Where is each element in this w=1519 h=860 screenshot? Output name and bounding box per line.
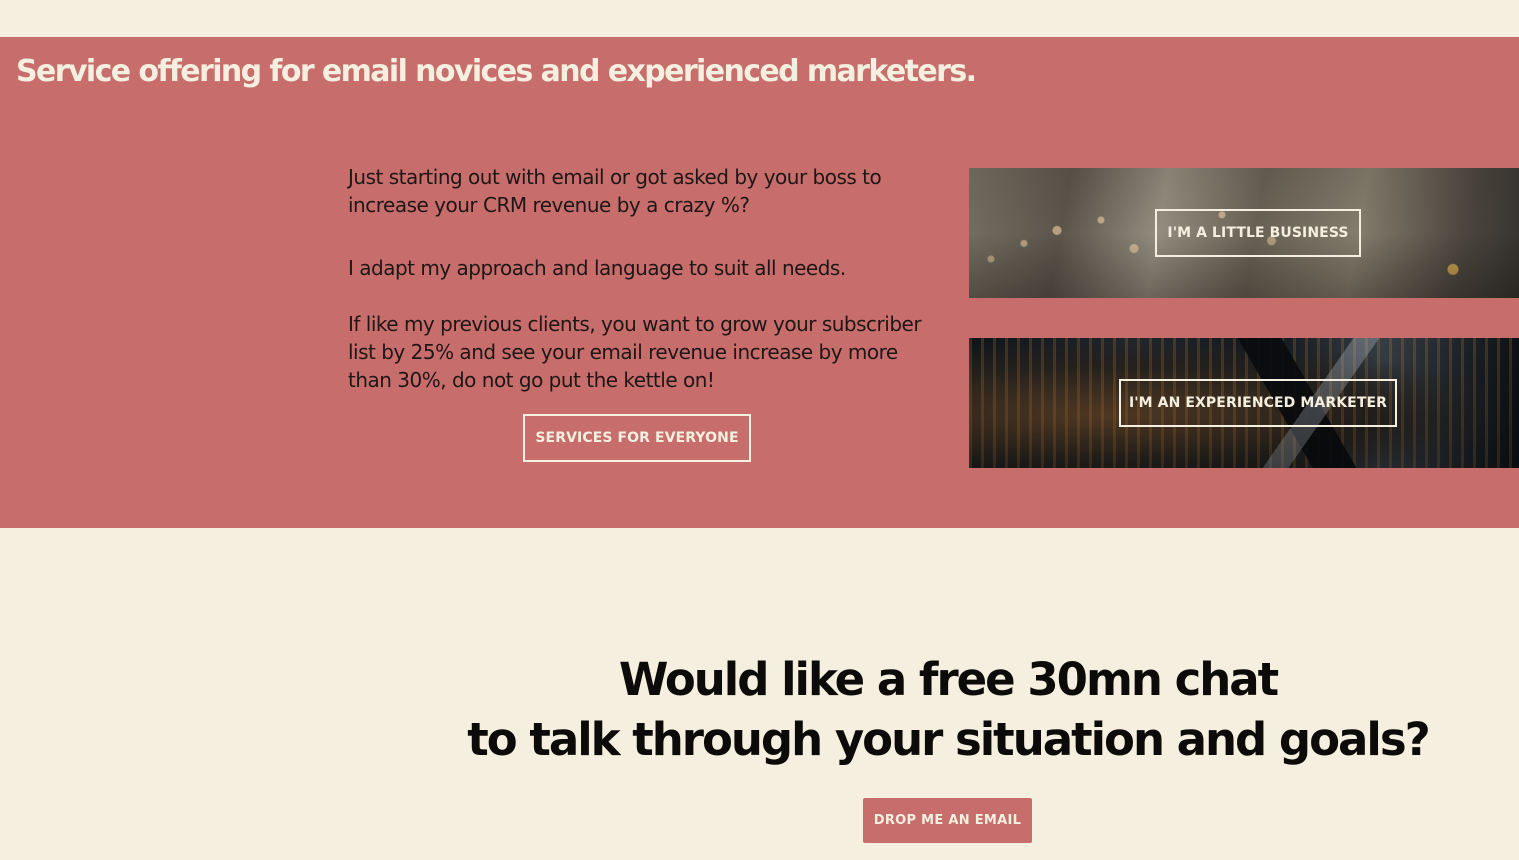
little-business-tile[interactable]: I'M A LITTLE BUSINESS xyxy=(969,168,1519,298)
services-section: Service offering for email novices and e… xyxy=(0,37,1519,528)
drop-me-an-email-button[interactable]: DROP ME AN EMAIL xyxy=(863,798,1032,843)
free-chat-heading-line-1: Would like a free 30mn chat xyxy=(618,653,1279,706)
top-spacer xyxy=(0,0,1519,37)
approach-paragraph: I adapt my approach and language to suit… xyxy=(348,256,846,280)
intro-paragraph: Just starting out with email or got aske… xyxy=(348,165,882,217)
free-chat-heading-line-2: to talk through your situation and goals… xyxy=(467,713,1431,766)
services-for-everyone-button[interactable]: SERVICES FOR EVERYONE xyxy=(523,414,751,462)
free-chat-heading: Would like a free 30mn chat to talk thro… xyxy=(380,650,1516,770)
services-heading: Service offering for email novices and e… xyxy=(16,54,977,89)
experienced-marketer-button[interactable]: I'M AN EXPERIENCED MARKETER xyxy=(1119,379,1397,427)
results-paragraph: If like my previous clients, you want to… xyxy=(348,312,922,392)
experienced-marketer-tile[interactable]: I'M AN EXPERIENCED MARKETER xyxy=(969,338,1519,468)
little-business-button[interactable]: I'M A LITTLE BUSINESS xyxy=(1155,209,1361,257)
